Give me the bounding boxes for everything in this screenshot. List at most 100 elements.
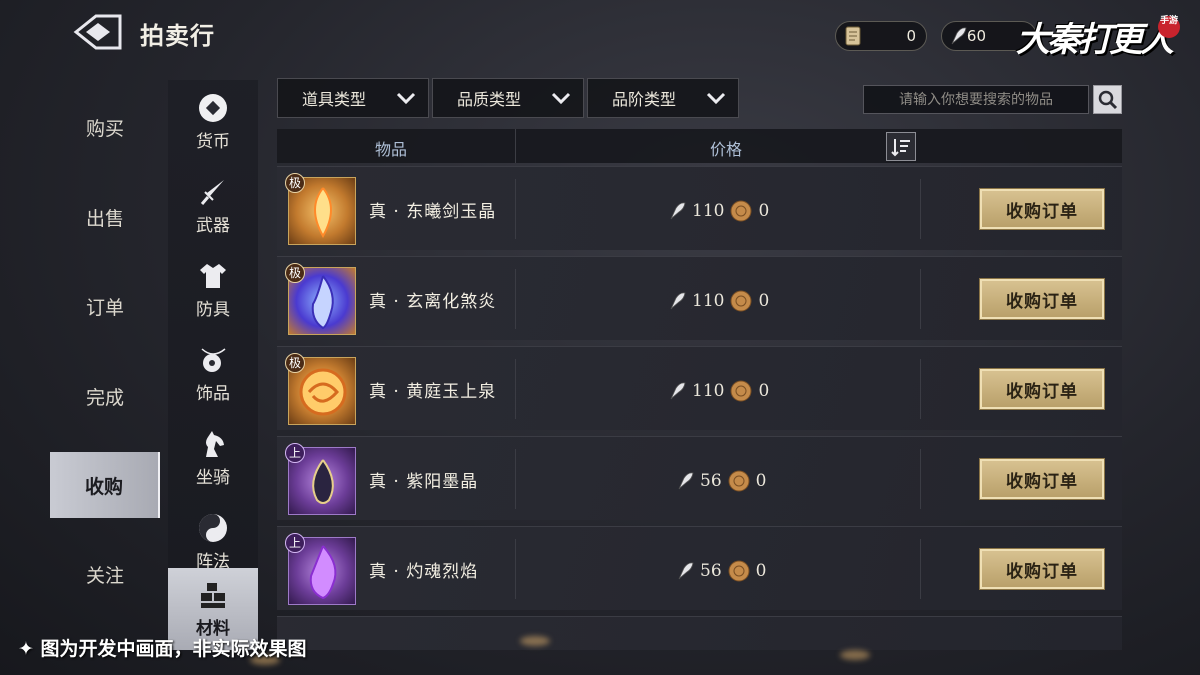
side-nav: 购买 出售 订单 完成 收购 关注 (50, 80, 160, 635)
coin-value: 0 (755, 471, 767, 491)
filter-item-type[interactable]: 道具类型 (277, 78, 429, 118)
price: 56 0 (675, 559, 766, 583)
grade-badge: 极 (285, 353, 305, 373)
category-column: 货币 武器 防具 饰品 坐骑 阵法 材料 (168, 80, 258, 650)
category-weapon[interactable]: 武器 (168, 164, 258, 248)
nav-purchase[interactable]: 收购 (50, 452, 160, 518)
scroll-ticket-icon (845, 26, 861, 46)
grade-badge: 极 (285, 263, 305, 283)
nav-orders[interactable]: 订单 (50, 273, 160, 339)
column-divider (515, 449, 516, 509)
price-value: 56 (700, 561, 722, 581)
filter-label: 道具类型 (302, 90, 367, 109)
search-input[interactable] (863, 85, 1089, 114)
category-label: 防具 (196, 299, 230, 320)
item-name: 真 · 东曦剑玉晶 (369, 202, 497, 222)
sort-button[interactable] (886, 132, 916, 161)
column-divider (920, 179, 921, 239)
purchase-order-button[interactable]: 收购订单 (979, 278, 1105, 320)
price-value: 110 (692, 291, 725, 311)
coin-icon (198, 93, 228, 123)
item-name: 真 · 紫阳墨晶 (369, 472, 479, 492)
dev-disclaimer: ✦ 图为开发中画面，非实际效果图 (18, 638, 307, 660)
pendant-icon (198, 345, 228, 375)
category-armor[interactable]: 防具 (168, 248, 258, 332)
coin-value: 0 (758, 201, 770, 221)
bronze-coin-icon (730, 290, 752, 312)
back-button[interactable] (72, 12, 124, 52)
grade-badge: 上 (285, 443, 305, 463)
column-divider (920, 359, 921, 419)
back-arrow-icon (73, 14, 122, 50)
category-accessory[interactable]: 饰品 (168, 332, 258, 416)
feather-token-icon (670, 382, 686, 400)
feather-token-icon (951, 27, 967, 45)
table-row: 上 真 · 灼魂烈焰 56 0 收购订单 (277, 526, 1122, 610)
coin-value: 0 (755, 561, 767, 581)
table-row: 上 真 · 紫阳墨晶 56 0 收购订单 (277, 436, 1122, 520)
item-name: 真 · 灼魂烈焰 (369, 562, 479, 582)
page-title: 拍卖行 (140, 22, 215, 50)
table-row-partial (277, 616, 1122, 650)
category-currency[interactable]: 货币 (168, 80, 258, 164)
category-mount[interactable]: 坐骑 (168, 416, 258, 500)
formation-icon (198, 513, 228, 543)
feather-token-icon (678, 472, 694, 490)
sort-descending-icon (891, 138, 910, 156)
purchase-order-button[interactable]: 收购订单 (979, 368, 1105, 410)
currency-ticket-value: 0 (906, 27, 916, 45)
price-value: 56 (700, 471, 722, 491)
purchase-order-button[interactable]: 收购订单 (979, 458, 1105, 500)
table-row: 极 真 · 黄庭玉上泉 110 0 收购订单 (277, 346, 1122, 430)
bronze-coin-icon (730, 380, 752, 402)
currency-ticket: 0 (835, 21, 927, 51)
nav-completed[interactable]: 完成 (50, 363, 160, 429)
purchase-order-button[interactable]: 收购订单 (979, 548, 1105, 590)
armor-icon (198, 261, 228, 291)
header-price: 价格 (710, 140, 743, 159)
header-item: 物品 (375, 140, 408, 159)
category-label: 饰品 (196, 383, 230, 404)
filter-label: 品阶类型 (612, 90, 677, 109)
horse-icon (198, 429, 228, 459)
logo-badge: 手游 (1158, 16, 1180, 38)
bronze-coin-icon (728, 470, 750, 492)
table-row: 极 真 · 玄离化煞炎 110 0 收购订单 (277, 256, 1122, 340)
filter-label: 品质类型 (457, 90, 522, 109)
coin-value: 0 (758, 291, 770, 311)
material-icon (198, 580, 228, 610)
nav-buy[interactable]: 购买 (50, 94, 160, 160)
column-divider (515, 179, 516, 239)
column-divider (920, 539, 921, 599)
bronze-coin-icon (728, 560, 750, 582)
chevron-down-icon (706, 92, 726, 105)
ambient-glow (840, 650, 870, 660)
price: 56 0 (675, 469, 766, 493)
search-icon (1098, 90, 1117, 109)
ambient-glow (520, 636, 550, 646)
column-divider (920, 449, 921, 509)
filter-quality-type[interactable]: 品质类型 (432, 78, 584, 118)
price-value: 110 (692, 201, 725, 221)
header-divider (515, 129, 516, 163)
category-label: 坐骑 (196, 467, 230, 488)
table-row: 极 真 · 东曦剑玉晶 110 0 收购订单 (277, 166, 1122, 250)
sword-icon (198, 177, 228, 207)
column-divider (515, 359, 516, 419)
bronze-coin-icon (730, 200, 752, 222)
nav-watchlist[interactable]: 关注 (50, 541, 160, 607)
coin-value: 0 (758, 381, 770, 401)
feather-token-icon (670, 292, 686, 310)
category-label: 武器 (196, 215, 230, 236)
item-name: 真 · 玄离化煞炎 (369, 292, 497, 312)
purchase-order-button[interactable]: 收购订单 (979, 188, 1105, 230)
price: 110 0 (667, 289, 769, 313)
filter-rank-type[interactable]: 品阶类型 (587, 78, 739, 118)
grade-badge: 极 (285, 173, 305, 193)
nav-sell[interactable]: 出售 (50, 184, 160, 250)
chevron-down-icon (396, 92, 416, 105)
column-divider (920, 269, 921, 329)
price: 110 0 (667, 199, 769, 223)
feather-token-icon (678, 562, 694, 580)
search-button[interactable] (1093, 85, 1122, 114)
